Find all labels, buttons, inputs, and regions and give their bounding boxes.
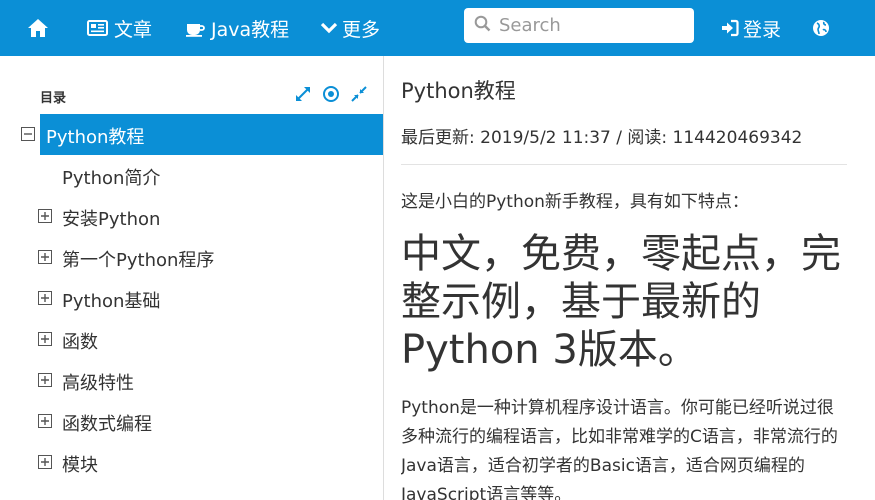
nav-more-label: 更多 [342,18,381,41]
newspaper-icon [87,20,108,36]
login-label: 登录 [743,18,782,41]
toc-item-functions[interactable]: 函数 [0,319,383,360]
toc-item-label: 高级特性 [62,373,134,394]
collapse-toggle-icon[interactable] [21,127,35,141]
toc-item-python-basics[interactable]: Python基础 [0,278,383,319]
intro-text: 这是小白的Python新手教程，具有如下特点： [401,192,749,212]
expand-toggle-icon[interactable] [38,332,52,346]
nav-more[interactable]: 更多 [320,0,380,56]
sign-in-icon [721,19,739,37]
expand-toggle-icon[interactable] [38,209,52,223]
toc-item-label: Python基础 [62,291,161,312]
home-link[interactable] [27,0,49,56]
nav-articles-label: 文章 [114,18,153,41]
toc-item-label: Python简介 [62,168,161,189]
toc-item-label: 安装Python [62,209,161,230]
divider [401,164,847,165]
nav-java[interactable]: Java教程 [185,0,289,56]
body-paragraph: Python是一种计算机程序设计语言。你可能已经听说过很多种流行的编程语言，比如… [401,398,838,500]
article-content: Python教程 最后更新: 2019/5/2 11:37 / 阅读: 1144… [401,56,861,500]
nav-java-label: Java教程 [211,18,290,41]
expand-toggle-icon[interactable] [38,291,52,305]
nav-articles[interactable]: 文章 [87,0,152,56]
expand-toggle-icon[interactable] [38,373,52,387]
toc-item-label: 第一个Python程序 [62,250,215,271]
search-input[interactable] [499,15,679,36]
toc-heading: 目录 [40,91,67,106]
toc-toolbar [293,84,369,104]
page-title: Python教程 [401,79,516,103]
article-meta: 最后更新: 2019/5/2 11:37 / 阅读: 114420469342 [401,128,803,148]
toc-item-install-python[interactable]: 安装Python [0,196,383,237]
toc-tree: Python教程 Python简介 安装Python 第一个Python程序 P… [0,114,383,483]
coffee-icon [185,19,205,37]
toc-item-label: 函数 [62,332,98,353]
expand-icon[interactable] [293,84,313,104]
chevron-down-icon [320,21,338,35]
target-icon[interactable] [321,84,341,104]
toc-item-label: 模块 [62,455,98,476]
login-link[interactable]: 登录 [721,0,781,56]
language-button[interactable] [812,0,830,56]
toc-item-advanced-features[interactable]: 高级特性 [0,360,383,401]
toc-item-label: 函数式编程 [62,414,152,435]
search-box[interactable] [464,8,694,43]
search-icon [474,15,491,36]
toc-sidebar: 目录 Python教程 Python简介 安装Python 第一个Python程… [0,56,384,500]
top-nav: 文章 Java教程 更多 登录 [0,0,875,56]
collapse-icon[interactable] [349,84,369,104]
toc-item-python-intro[interactable]: Python简介 [0,155,383,196]
globe-icon [812,19,830,37]
toc-item-label: Python教程 [46,127,145,148]
toc-item-python-tutorial[interactable]: Python教程 [0,114,383,155]
headline: 中文，免费，零起点，完整示例，基于最新的Python 3版本。 [401,231,841,373]
home-icon [27,18,49,38]
toc-item-modules[interactable]: 模块 [0,442,383,483]
toc-item-functional-programming[interactable]: 函数式编程 [0,401,383,442]
expand-toggle-icon[interactable] [38,414,52,428]
expand-toggle-icon[interactable] [38,250,52,264]
toc-item-first-program[interactable]: 第一个Python程序 [0,237,383,278]
expand-toggle-icon[interactable] [38,455,52,469]
